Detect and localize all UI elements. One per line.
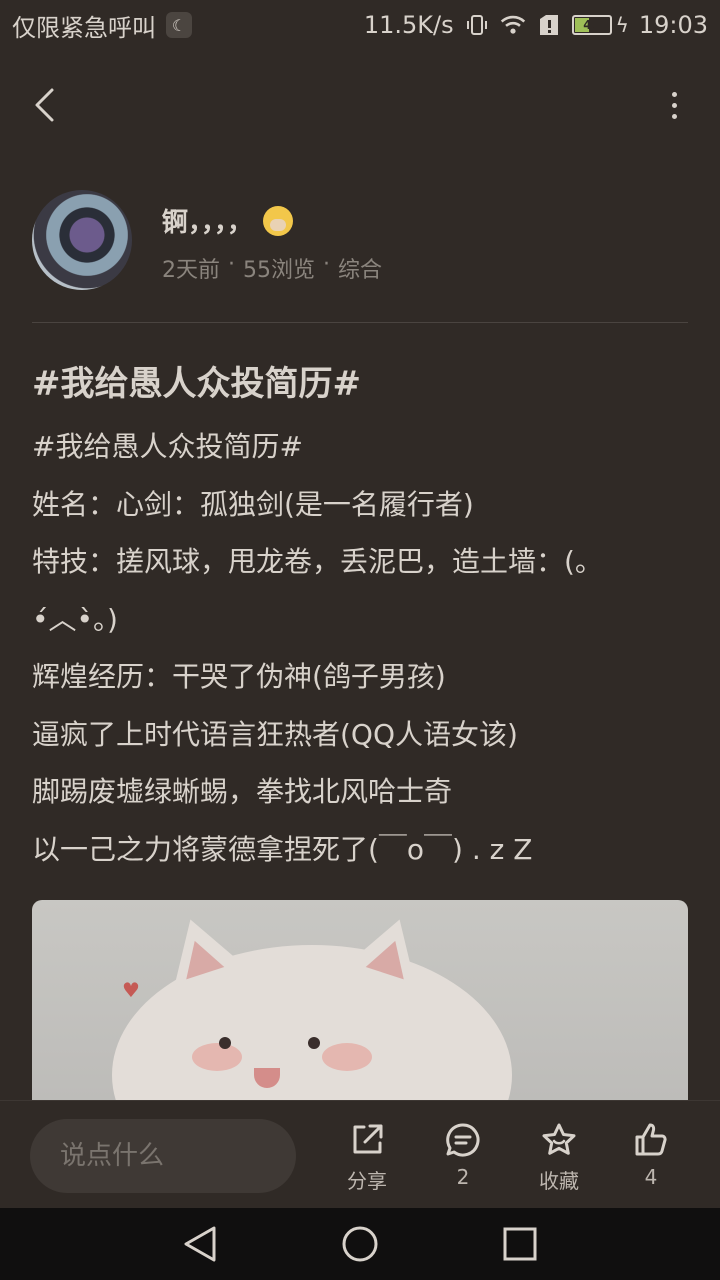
post-meta: 2天前 · 55浏览 · 综合	[162, 252, 382, 284]
comment-icon	[446, 1123, 480, 1157]
status-right: 11.5K/s 41 ϟ 19:03	[364, 11, 708, 39]
heart-icon: ♥	[122, 978, 140, 1002]
meta-separator: ·	[228, 252, 235, 277]
post-line: 辉煌经历：干哭了伪神(鸽子男孩)	[32, 660, 446, 693]
meta-separator: ·	[323, 252, 330, 277]
top-bar	[0, 70, 720, 140]
battery-level: 41	[583, 18, 600, 32]
author-name[interactable]: 锕，，，，	[162, 202, 253, 239]
post-views: 55浏览	[243, 258, 315, 283]
favorite-button[interactable]: 收藏	[524, 1121, 594, 1201]
bottom-action-bar: 分享 2 收藏 4	[0, 1100, 720, 1209]
post-line: 脚踢废墟绿蜥蜴，拳找北风哈士奇	[32, 775, 453, 808]
wifi-icon	[500, 12, 526, 38]
vibrate-icon	[464, 12, 490, 38]
battery-icon: 41	[571, 15, 612, 35]
post-line: 逼疯了上时代语言狂热者(QQ人语女该)	[32, 717, 518, 751]
avatar[interactable]	[32, 190, 132, 290]
sim-alert-icon	[536, 12, 562, 38]
more-vertical-icon[interactable]	[664, 82, 684, 128]
comment-input[interactable]	[30, 1119, 296, 1193]
system-navigation-bar	[0, 1208, 720, 1280]
nav-home-icon[interactable]	[330, 1214, 390, 1274]
post-category[interactable]: 综合	[338, 252, 382, 284]
back-arrow-icon[interactable]	[24, 82, 64, 128]
user-badge-icon	[263, 205, 294, 236]
battery-indicator: 41 ϟ	[571, 13, 629, 37]
post-time: 2天前	[162, 258, 220, 283]
nav-back-icon[interactable]	[170, 1214, 230, 1274]
post-line: 姓名：心剑：孤独剑(是一名履行者)	[32, 487, 474, 521]
like-count: 4	[644, 1165, 658, 1189]
share-button[interactable]: 分享	[332, 1121, 402, 1201]
nav-recents-icon[interactable]	[490, 1214, 550, 1274]
post-image[interactable]: ♥	[32, 900, 688, 1100]
emergency-only-text: 仅限紧急呼叫	[12, 13, 156, 42]
post-line: 特技：搓风球，甩龙卷，丢泥巴，造土墙：(。	[32, 545, 603, 578]
favorite-label: 收藏	[539, 1169, 579, 1193]
charging-icon: ϟ	[615, 13, 629, 37]
status-bar: 仅限紧急呼叫 ☾ 11.5K/s 41 ϟ 19:03	[0, 0, 720, 50]
comment-count: 2	[456, 1165, 470, 1189]
post-line: 以一己之力将蒙德拿捏死了(￣o￣) . z Z	[32, 832, 533, 866]
network-speed: 11.5K/s	[363, 11, 454, 39]
divider	[32, 322, 688, 323]
like-button[interactable]: 4	[616, 1121, 686, 1201]
post-body: #我给愚人众投简历# 姓名：心剑：孤独剑(是一名履行者) 特技：搓风球，甩龙卷，…	[32, 418, 688, 878]
post-line[interactable]: #我给愚人众投简历#	[32, 418, 688, 476]
share-label: 分享	[347, 1169, 387, 1193]
clock: 19:03	[638, 11, 708, 39]
post-title: #我给愚人众投简历#	[32, 364, 361, 404]
status-left: 仅限紧急呼叫 ☾	[12, 8, 192, 43]
post-line: •́︿•̀。)	[32, 602, 118, 636]
author-name-row[interactable]: 锕，，，，	[162, 202, 294, 239]
do-not-disturb-icon: ☾	[166, 12, 192, 38]
comment-button[interactable]: 2	[428, 1121, 498, 1201]
share-icon	[353, 1124, 383, 1154]
thumbs-up-icon	[635, 1123, 667, 1156]
star-icon	[542, 1123, 576, 1155]
author-header: 锕，，，， 2天前 · 55浏览 · 综合	[32, 190, 688, 290]
